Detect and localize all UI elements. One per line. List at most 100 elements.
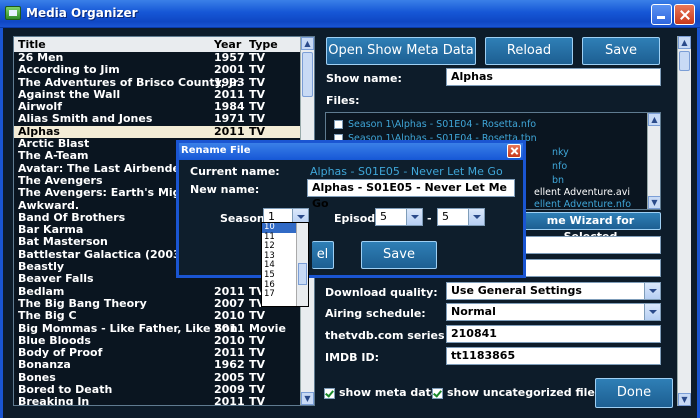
cell-type: TV [249, 370, 266, 384]
table-row[interactable]: Big Mommas - Like Father, Like Son 2011 Mo… [14, 321, 302, 335]
show-meta-checkbox-row[interactable]: show meta data [324, 386, 438, 399]
window-titlebar[interactable]: Media Organizer [0, 0, 700, 28]
cell-title: Battlestar Galactica (2003) [18, 247, 186, 261]
show-uncategorized-checkbox[interactable] [432, 387, 443, 399]
details-scrollbar-track[interactable]: ▲ ▼ [677, 36, 691, 406]
cell-year: 2001 [214, 63, 245, 77]
download-quality-value: Use General Settings [451, 284, 582, 297]
cell-type: Movie [249, 321, 286, 335]
done-button[interactable]: Done [595, 378, 673, 408]
scroll-thumb[interactable] [302, 52, 313, 97]
hidden-field-2[interactable] [520, 259, 661, 277]
file-item[interactable]: bn [552, 175, 564, 186]
show-uncategorized-checkbox-row[interactable]: show uncategorized files [432, 386, 601, 399]
scroll-down-icon[interactable]: ▼ [301, 392, 314, 405]
save-button[interactable]: Save [582, 37, 660, 65]
airing-schedule-select[interactable]: Normal [446, 303, 661, 321]
imdb-label: IMDB ID: [325, 351, 380, 364]
cell-title: 26 Men [18, 51, 64, 64]
scroll-up-icon[interactable]: ▲ [301, 37, 314, 50]
cell-title: Arctic Blast [18, 137, 90, 151]
file-checkbox[interactable] [334, 120, 343, 129]
cell-title: Against the Wall [18, 87, 121, 101]
hidden-field-1[interactable] [520, 236, 661, 254]
cell-year: 2009 [214, 383, 245, 397]
cell-year: 1971 [214, 112, 245, 126]
files-scrollbar[interactable]: ▲ ▼ [647, 113, 660, 209]
cell-year: 2011 [214, 284, 245, 298]
cell-title: Body of Proof [18, 346, 103, 360]
details-scrollbar[interactable]: ▲ ▼ [677, 36, 691, 406]
chevron-down-icon[interactable] [644, 283, 660, 299]
table-row[interactable]: Breaking In 2011 TV [14, 395, 302, 406]
airing-schedule-label: Airing schedule: [325, 307, 426, 320]
table-row[interactable]: Bonanza 1962 TV [14, 359, 302, 371]
rename-file-dialog[interactable]: Rename File Current name: Alphas - S01E0… [176, 140, 526, 278]
scroll-down-icon[interactable]: ▼ [648, 196, 660, 209]
show-name-input[interactable]: Alphas [446, 68, 661, 86]
cell-title: Beaver Falls [18, 272, 94, 286]
dialog-save-button[interactable]: Save [361, 241, 437, 269]
episode-to-value: 5 [442, 210, 449, 223]
current-name-value: Alphas - S01E05 - Never Let Me Go [310, 165, 503, 178]
cancel-button[interactable]: el [312, 241, 334, 269]
chevron-down-icon[interactable] [644, 304, 660, 320]
scroll-up-icon[interactable]: ▲ [648, 113, 660, 126]
cell-type: TV [249, 63, 266, 77]
reload-button[interactable]: Reload [485, 37, 573, 65]
cell-year: 1957 [214, 51, 245, 64]
cell-type: TV [249, 87, 266, 101]
season-label: Season [220, 212, 265, 225]
chevron-down-icon[interactable] [468, 209, 484, 225]
column-title[interactable]: Title [18, 38, 46, 51]
cell-type: TV [249, 75, 266, 89]
cell-type: TV [249, 309, 266, 323]
episode-from-select[interactable]: 5 [375, 208, 423, 226]
chevron-down-icon[interactable] [406, 209, 422, 225]
dialog-close-icon[interactable] [507, 144, 521, 158]
cell-title: According to Jim [18, 63, 120, 77]
new-name-input[interactable]: Alphas - S01E05 - Never Let Me Go [307, 179, 515, 210]
tvdb-input[interactable]: 210841 [446, 325, 661, 343]
column-year[interactable]: Year [214, 38, 241, 51]
cell-year: 2005 [214, 370, 245, 384]
file-item[interactable]: nky [552, 147, 569, 158]
minimize-button[interactable] [651, 4, 672, 25]
cell-type: TV [249, 100, 266, 114]
cell-type: TV [249, 395, 266, 406]
scroll-thumb[interactable] [679, 51, 690, 71]
file-item[interactable]: ellent Adventure.avi [534, 187, 630, 198]
cell-type: TV [249, 346, 266, 360]
list-header: Title Year Type [14, 37, 302, 52]
new-name-label: New name: [190, 183, 260, 196]
season-dropdown-scrollbar[interactable] [296, 223, 308, 306]
column-type[interactable]: Type [249, 38, 278, 51]
table-row[interactable]: The Big C 2010 TV [14, 310, 302, 322]
close-button[interactable] [674, 4, 695, 25]
airing-schedule-value: Normal [451, 305, 496, 318]
cell-year: 1993 [214, 75, 245, 89]
imdb-input[interactable]: tt1183865 [446, 347, 661, 365]
cell-title: The Avengers [18, 173, 103, 187]
cell-type: TV [249, 124, 266, 138]
download-quality-select[interactable]: Use General Settings [446, 282, 661, 300]
file-item[interactable]: nfo [552, 161, 567, 172]
cell-year: 2011 [214, 321, 245, 335]
rename-wizard-button[interactable]: me Wizard for Selected [520, 212, 661, 243]
cell-year: 2007 [214, 296, 245, 310]
scroll-up-icon[interactable]: ▲ [678, 36, 691, 49]
show-meta-checkbox[interactable] [324, 387, 335, 399]
scroll-thumb[interactable] [298, 263, 307, 285]
table-row[interactable]: According to Jim 2001 TV [14, 64, 302, 76]
scroll-down-icon[interactable]: ▼ [678, 393, 691, 406]
file-item[interactable]: Season 1\Alphas - S01E04 - Rosetta.nfo [334, 119, 536, 130]
episode-to-select[interactable]: 5 [437, 208, 485, 226]
cell-title: Bedlam [18, 284, 65, 298]
table-row[interactable]: Alias Smith and Jones 1971 TV [14, 113, 302, 125]
cell-title: Avatar: The Last Airbender [18, 161, 186, 175]
episode-from-value: 5 [380, 210, 387, 223]
season-dropdown-list[interactable]: 10 11 12 13 14 15 16 17 [261, 222, 309, 307]
cell-year: 1962 [214, 358, 245, 372]
file-item[interactable]: ellent Adventure.nfo [534, 199, 631, 209]
open-meta-data-button[interactable]: Open Show Meta Data [326, 37, 476, 65]
